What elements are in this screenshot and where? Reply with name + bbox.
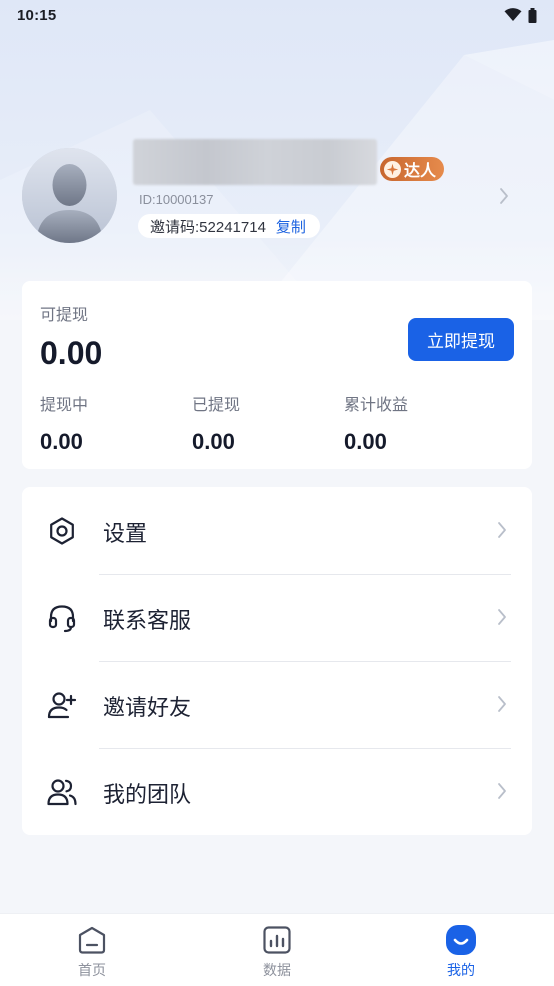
profile-screen: 10:15 达人 ID:10000137 邀请码:52241714 复制 可提现…: [0, 0, 554, 986]
level-badge: 达人: [380, 157, 445, 181]
nav-item-home[interactable]: 首页: [0, 914, 184, 986]
nav-item-mine[interactable]: 我的: [369, 914, 553, 986]
available-amount: 0.00: [40, 335, 103, 371]
chevron-right-icon: [498, 522, 506, 538]
chevron-right-icon: [500, 188, 508, 204]
stat-label: 累计收益: [344, 395, 409, 414]
user-id: ID:10000137: [139, 192, 214, 207]
invite-code: 邀请码:52241714: [150, 218, 266, 236]
profile-header[interactable]: 达人 ID:10000137 邀请码:52241714 复制: [0, 130, 554, 260]
avatar[interactable]: [22, 148, 117, 243]
team-icon: [47, 779, 77, 806]
withdraw-button[interactable]: 立即提现: [408, 318, 514, 361]
status-bar: 10:15: [0, 0, 554, 30]
profile-icon: [446, 925, 476, 955]
gear-icon: [50, 517, 74, 545]
stat-withdrawing: 提现中 0.00: [40, 391, 88, 455]
battery-icon: [528, 7, 537, 23]
badge-star-icon: [384, 160, 401, 178]
status-time: 10:15: [17, 6, 57, 24]
chart-icon: [263, 926, 291, 954]
chevron-right-icon: [498, 696, 506, 712]
default-avatar-icon: [22, 148, 117, 243]
chevron-right-icon: [498, 783, 506, 799]
menu-item-my-team[interactable]: 我的团队: [22, 748, 532, 835]
bottom-navigation: 首页 数据 我的: [0, 913, 554, 986]
menu-item-label: 联系客服: [103, 609, 192, 634]
invite-code-pill: 邀请码:52241714 复制: [138, 214, 320, 238]
copy-invite-button[interactable]: 复制: [276, 216, 306, 237]
headset-icon: [48, 605, 76, 633]
nav-label: 首页: [78, 963, 106, 979]
badge-label: 达人: [404, 161, 437, 180]
username-blurred: [133, 139, 377, 185]
available-label: 可提现: [40, 305, 89, 324]
menu-card: 设置 联系客服 邀请好友 我的团队: [22, 487, 532, 835]
wifi-icon: [504, 8, 522, 21]
balance-card: 可提现 0.00 立即提现 提现中 0.00 已提现 0.00 累计收益 0.0…: [22, 281, 532, 469]
menu-item-customer-service[interactable]: 联系客服: [22, 574, 532, 661]
nav-item-data[interactable]: 数据: [185, 914, 369, 986]
nav-label: 数据: [263, 963, 291, 979]
chevron-right-icon: [498, 609, 506, 625]
stat-value: 0.00: [40, 429, 83, 454]
menu-item-settings[interactable]: 设置: [22, 487, 532, 574]
add-user-icon: [47, 692, 77, 719]
stat-value: 0.00: [192, 429, 235, 454]
stat-label: 提现中: [40, 395, 89, 414]
menu-item-label: 设置: [103, 522, 148, 547]
menu-item-invite-friends[interactable]: 邀请好友: [22, 661, 532, 748]
nav-label: 我的: [447, 963, 475, 979]
menu-item-label: 我的团队: [103, 783, 192, 808]
stat-total-earnings: 累计收益 0.00: [344, 391, 408, 455]
status-icons: [504, 7, 537, 23]
home-icon: [78, 926, 106, 954]
menu-item-label: 邀请好友: [103, 696, 192, 721]
stat-value: 0.00: [344, 429, 387, 454]
stat-withdrawn: 已提现 0.00: [192, 391, 240, 455]
stat-label: 已提现: [192, 395, 241, 414]
